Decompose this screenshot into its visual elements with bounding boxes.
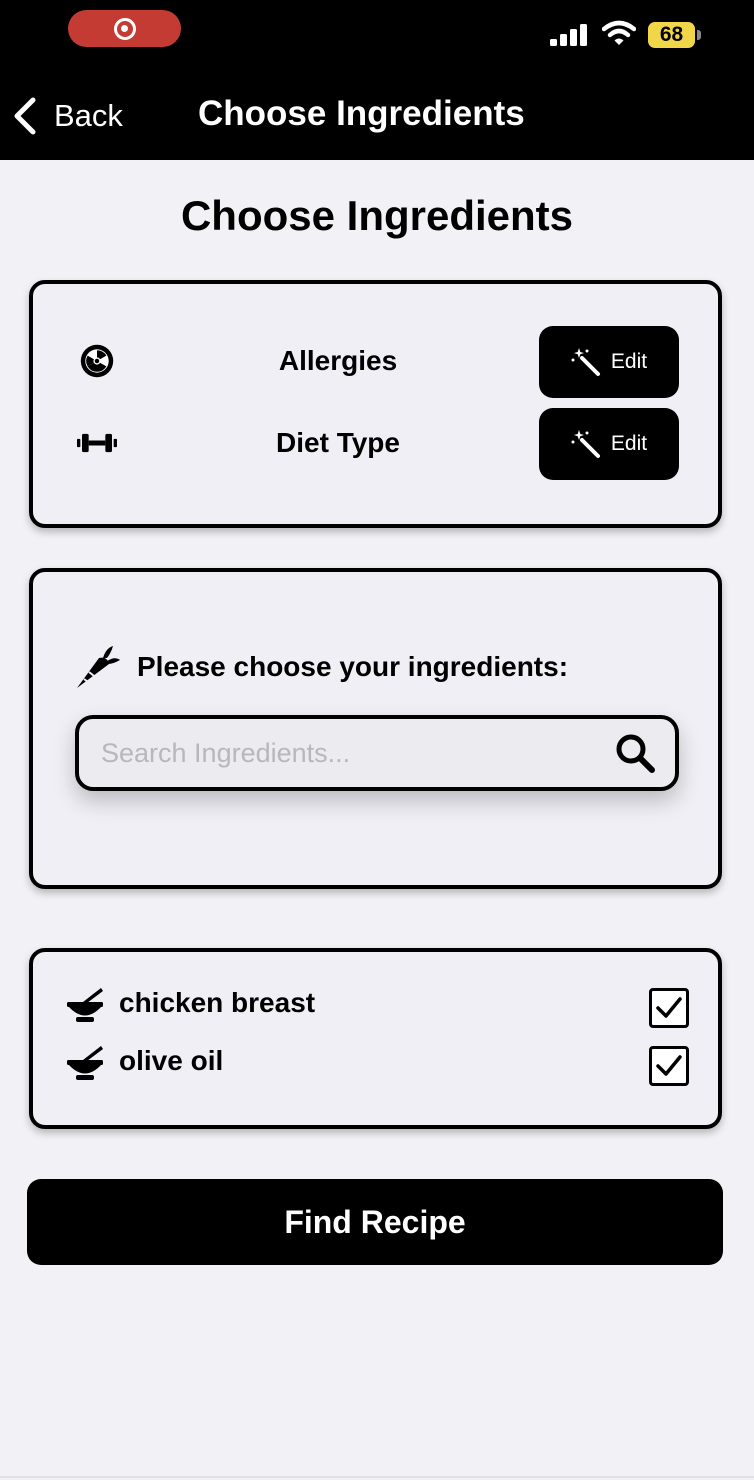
status-bar: 68 bbox=[0, 0, 754, 72]
battery-indicator: 68 bbox=[648, 22, 701, 48]
dumbbell-icon bbox=[77, 433, 117, 453]
search-icon[interactable] bbox=[613, 731, 657, 775]
ingredient-checkbox[interactable] bbox=[649, 988, 689, 1028]
ingredient-label: olive oil bbox=[119, 1045, 224, 1076]
edit-diet-type-button[interactable]: Edit bbox=[539, 408, 679, 480]
navigation-bar: Back Choose Ingredients bbox=[0, 72, 754, 160]
magic-wand-icon bbox=[571, 348, 600, 376]
ingredient-prompt: Please choose your ingredients: bbox=[73, 644, 568, 690]
chevron-left-icon bbox=[14, 97, 36, 135]
magic-wand-icon bbox=[571, 430, 600, 458]
home-indicator bbox=[0, 1476, 754, 1478]
list-item: chicken breast bbox=[63, 980, 693, 1030]
checkmark-icon bbox=[656, 1055, 682, 1076]
ingredient-checkbox[interactable] bbox=[649, 1046, 689, 1086]
ingredient-label: chicken breast bbox=[119, 987, 316, 1018]
battery-level: 68 bbox=[648, 22, 695, 48]
page-title: Choose Ingredients bbox=[180, 192, 574, 239]
edit-allergies-button[interactable]: Edit bbox=[539, 326, 679, 398]
preference-row-allergies: Allergies Edit bbox=[33, 326, 718, 398]
preference-row-diet-type: Diet Type Edit bbox=[33, 408, 718, 480]
back-label: Back bbox=[54, 98, 123, 133]
cellular-signal-icon bbox=[550, 24, 587, 46]
find-recipe-button[interactable]: Find Recipe bbox=[27, 1179, 723, 1265]
mortar-pestle-icon bbox=[67, 988, 103, 1022]
nav-title: Choose Ingredients bbox=[198, 94, 525, 133]
checkmark-icon bbox=[656, 997, 682, 1018]
record-icon bbox=[113, 17, 136, 40]
screen-recording-indicator[interactable] bbox=[68, 10, 181, 47]
preference-label: Diet Type bbox=[276, 427, 400, 458]
radiation-icon bbox=[80, 344, 114, 378]
ingredient-picker-card: Please choose your ingredients: bbox=[29, 568, 722, 889]
edit-label: Edit bbox=[610, 350, 648, 373]
selected-ingredients-card: chicken breast olive oil bbox=[29, 948, 722, 1129]
back-button[interactable]: Back bbox=[12, 96, 123, 136]
preferences-card: Allergies Edit Diet Type Edit bbox=[29, 280, 722, 528]
carrot-icon bbox=[77, 646, 120, 688]
ingredient-search-input[interactable] bbox=[79, 719, 613, 787]
wifi-icon bbox=[602, 20, 636, 45]
list-item: olive oil bbox=[63, 1038, 693, 1088]
ingredient-prompt-label: Please choose your ingredients: bbox=[137, 651, 569, 682]
ingredient-search-box bbox=[75, 715, 679, 791]
preference-label: Allergies bbox=[278, 345, 398, 376]
edit-label: Edit bbox=[610, 432, 648, 455]
mortar-pestle-icon bbox=[67, 1046, 103, 1080]
